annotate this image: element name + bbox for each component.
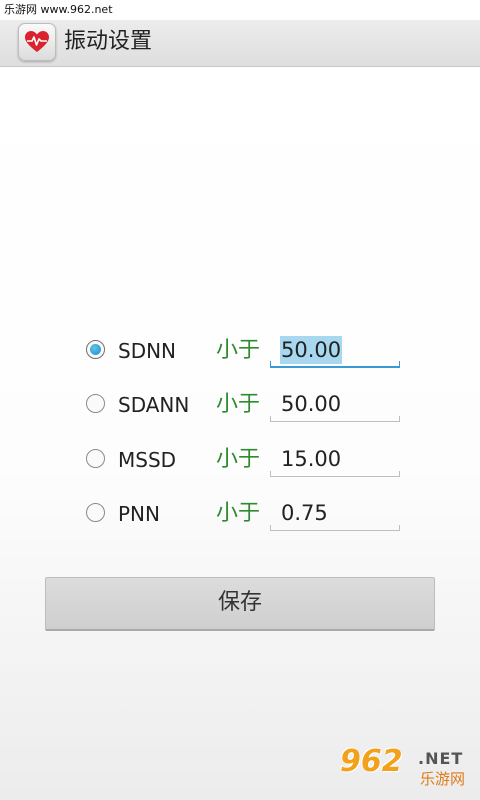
condition-label-sdnn: 小于 <box>216 338 261 363</box>
radio-mssd[interactable] <box>86 449 105 468</box>
watermark-number: 962 <box>340 744 403 779</box>
input-underline <box>270 361 400 368</box>
value-input-sdnn[interactable]: 50.00 <box>270 332 400 368</box>
status-bar: 乐游网 www.962.net <box>0 0 480 20</box>
value-text-sdann: 50.00 <box>281 392 342 416</box>
watermark-logo: 962 .NET 乐游网 <box>340 744 474 794</box>
value-input-mssd[interactable]: 15.00 <box>270 441 400 477</box>
value-input-sdann[interactable]: 50.00 <box>270 386 400 422</box>
value-text-sdnn: 50.00 <box>280 336 343 364</box>
condition-label-sdann: 小于 <box>216 392 261 417</box>
radio-sdann[interactable] <box>86 394 105 413</box>
value-text-pnn: 0.75 <box>281 501 328 525</box>
input-underline <box>270 525 400 531</box>
settings-panel: SDNN 小于 50.00 SDANN 小于 50.00 MSSD 小于 15.… <box>0 67 480 800</box>
setting-row-pnn: PNN 小于 0.75 <box>0 489 480 539</box>
metric-label-mssd: MSSD <box>118 448 177 472</box>
radio-sdnn[interactable] <box>86 340 105 359</box>
save-button[interactable]: 保存 <box>45 577 435 631</box>
watermark-suffix: .NET <box>418 749 464 768</box>
action-bar: 振动设置 <box>0 20 480 67</box>
condition-label-pnn: 小于 <box>216 501 261 526</box>
page-title: 振动设置 <box>64 29 153 54</box>
input-underline <box>270 471 400 477</box>
condition-label-mssd: 小于 <box>216 447 261 472</box>
value-input-pnn[interactable]: 0.75 <box>270 495 400 531</box>
radio-pnn[interactable] <box>86 503 105 522</box>
metric-label-sdnn: SDNN <box>118 339 177 363</box>
setting-row-mssd: MSSD 小于 15.00 <box>0 435 480 485</box>
heart-pulse-icon[interactable] <box>18 23 56 61</box>
setting-row-sdann: SDANN 小于 50.00 <box>0 380 480 430</box>
setting-row-sdnn: SDNN 小于 50.00 <box>0 326 480 376</box>
metric-label-sdann: SDANN <box>118 393 190 417</box>
metric-label-pnn: PNN <box>118 502 160 526</box>
watermark-text: 乐游网 <box>420 770 466 788</box>
status-bar-text: 乐游网 www.962.net <box>4 3 113 16</box>
value-text-mssd: 15.00 <box>281 447 342 471</box>
input-underline <box>270 416 400 422</box>
